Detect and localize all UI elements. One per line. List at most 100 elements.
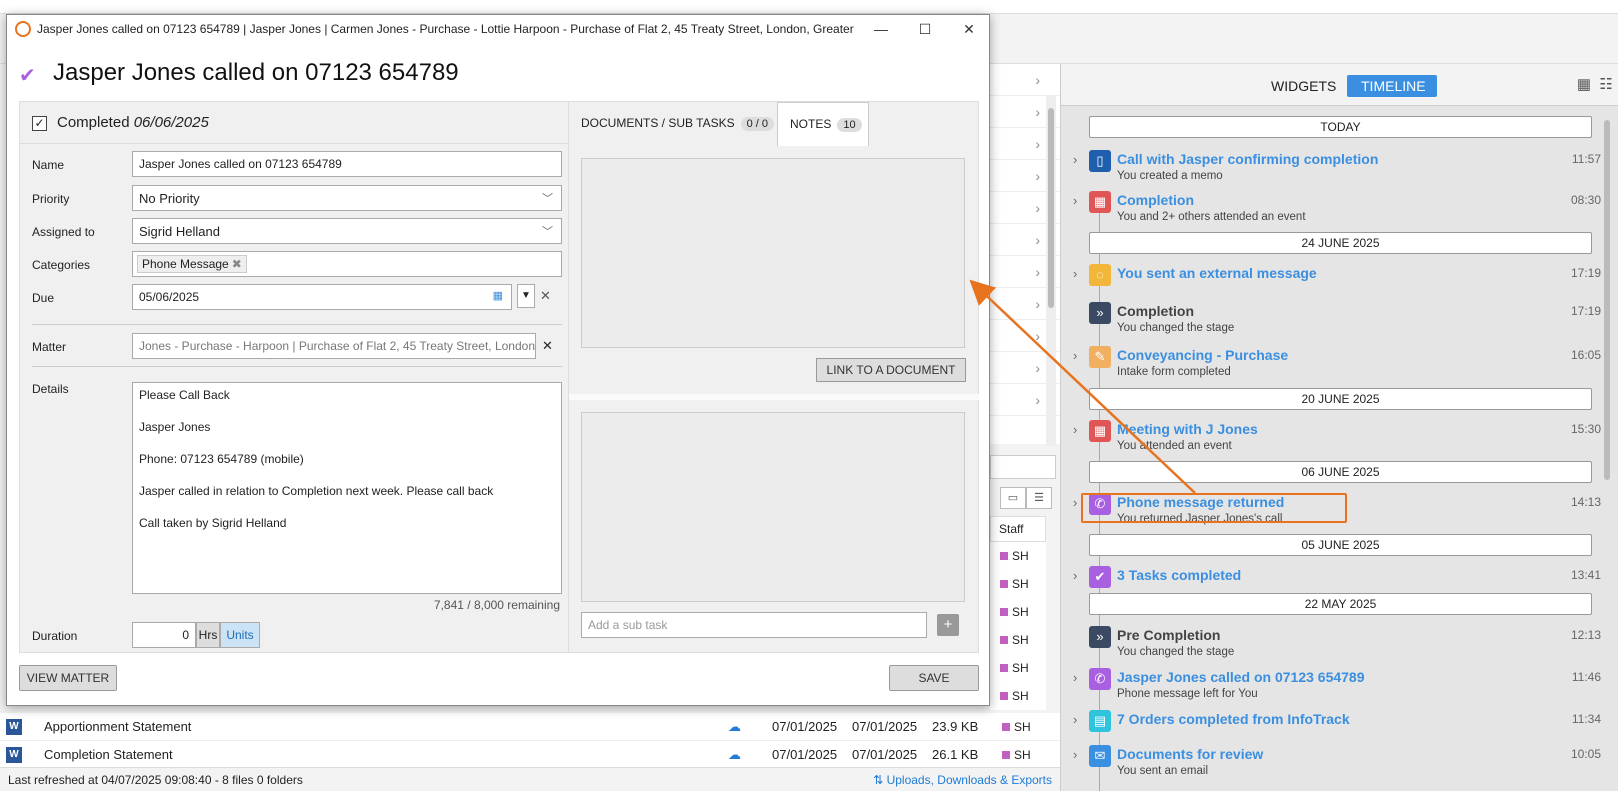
- expand-chevron-icon[interactable]: ›: [1073, 495, 1077, 510]
- link-document-button[interactable]: LINK TO A DOCUMENT: [816, 358, 966, 382]
- list-view-icon[interactable]: ☰: [1026, 487, 1052, 509]
- message-icon: ◌: [1089, 264, 1111, 286]
- calendar-icon: ▦: [1089, 420, 1111, 442]
- expand-chevron-icon[interactable]: ›: [1073, 193, 1077, 208]
- scrollbar-thumb[interactable]: [1048, 108, 1054, 308]
- expand-chevron-icon[interactable]: ›: [1073, 422, 1077, 437]
- status-text: Last refreshed at 04/07/2025 09:08:40 - …: [8, 773, 303, 787]
- background-search-input[interactable]: [990, 455, 1056, 479]
- due-dropdown-button[interactable]: ▼: [517, 284, 535, 308]
- expand-chevron-icon[interactable]: ›: [1073, 348, 1077, 363]
- name-input[interactable]: Jasper Jones called on 07123 654789: [132, 151, 562, 177]
- chevron-right-icon: ›: [1035, 392, 1040, 408]
- chevron-right-icon: ›: [1035, 328, 1040, 344]
- timeline-item[interactable]: » Pre Completion You changed the stage 1…: [1061, 624, 1601, 664]
- expand-chevron-icon[interactable]: ›: [1073, 670, 1077, 685]
- memo-icon: ▯: [1089, 150, 1111, 172]
- close-icon[interactable]: ✕: [959, 19, 979, 39]
- hrs-toggle[interactable]: Hrs: [196, 622, 220, 648]
- minimize-icon[interactable]: —: [871, 19, 891, 39]
- folder-icon[interactable]: ▭: [1000, 487, 1026, 509]
- app-logo-icon: [15, 21, 31, 37]
- save-button[interactable]: SAVE: [889, 665, 979, 691]
- remove-tag-icon[interactable]: ✖: [232, 257, 242, 271]
- timeline-item[interactable]: › ✆ Jasper Jones called on 07123 654789 …: [1061, 666, 1601, 706]
- timeline-item[interactable]: › ◌ You sent an external message 17:19: [1061, 262, 1601, 302]
- scrollbar-thumb[interactable]: [1604, 120, 1610, 480]
- timeline-item[interactable]: › ✎ Conveyancing - Purchase Intake form …: [1061, 344, 1601, 384]
- category-tag: Phone Message ✖: [137, 255, 247, 273]
- timeline-item[interactable]: › ▦ Completion You and 2+ others attende…: [1061, 189, 1601, 229]
- due-label: Due: [32, 291, 55, 305]
- add-subtask-button[interactable]: +: [937, 614, 959, 636]
- word-document-icon: W: [6, 746, 22, 763]
- expand-chevron-icon[interactable]: ›: [1073, 747, 1077, 762]
- staff-color-icon: [1000, 692, 1008, 700]
- completed-bar: ✓ Completed 06/06/2025: [20, 102, 568, 144]
- staff-color-icon: [1000, 580, 1008, 588]
- duration-label: Duration: [32, 629, 78, 643]
- timeline-item[interactable]: » Completion You changed the stage 17:19: [1061, 300, 1601, 340]
- subtask-list: [581, 412, 965, 602]
- units-toggle[interactable]: Units: [220, 622, 260, 648]
- maximize-icon[interactable]: ☐: [915, 19, 935, 39]
- clear-due-icon[interactable]: ✕: [540, 288, 551, 304]
- completed-checkbox[interactable]: ✓: [32, 116, 47, 131]
- dialog-titlebar: Jasper Jones called on 07123 654789 | Ja…: [7, 15, 989, 43]
- staff-column-header[interactable]: Staff: [990, 516, 1046, 542]
- documents-drop-area[interactable]: [581, 158, 965, 348]
- expand-chevron-icon[interactable]: ›: [1073, 266, 1077, 281]
- tab-notes[interactable]: NOTES 10: [777, 102, 869, 146]
- staff-cell: SH: [990, 542, 1046, 570]
- uploads-link[interactable]: ⇅ Uploads, Downloads & Exports: [873, 773, 1052, 787]
- calendar-icon[interactable]: ▦: [1575, 76, 1593, 94]
- timeline-scrollbar[interactable]: [1602, 112, 1612, 782]
- timeline-item[interactable]: › ▯ Call with Jasper confirming completi…: [1061, 148, 1601, 188]
- expand-chevron-icon[interactable]: ›: [1073, 152, 1077, 167]
- timeline-item[interactable]: › ✉ Documents for review You sent an ema…: [1061, 743, 1601, 783]
- matter-label: Matter: [32, 340, 67, 354]
- priority-select[interactable]: No Priority ﹀: [132, 185, 562, 211]
- timeline-date-header: 05 JUNE 2025: [1089, 534, 1592, 556]
- cloud-icon: ☁: [728, 746, 741, 762]
- expand-chevron-icon[interactable]: ›: [1073, 568, 1077, 583]
- table-row[interactable]: W Apportionment Statement ☁ 07/01/2025 0…: [0, 713, 1060, 741]
- assigned-label: Assigned to: [32, 225, 95, 239]
- tab-timeline[interactable]: TIMELINE: [1347, 75, 1437, 97]
- details-textarea[interactable]: Please Call Back Jasper Jones Phone: 071…: [132, 382, 562, 594]
- view-matter-button[interactable]: VIEW MATTER: [19, 665, 117, 691]
- table-row[interactable]: W Completion Statement ☁ 07/01/2025 07/0…: [0, 741, 1060, 769]
- timeline-item[interactable]: › ▦ Meeting with J Jones You attended an…: [1061, 418, 1601, 458]
- matter-input[interactable]: Jones - Purchase - Harpoon | Purchase of…: [132, 333, 536, 359]
- timeline-date-header: 06 JUNE 2025: [1089, 461, 1592, 483]
- list-scrollbar[interactable]: [1046, 96, 1056, 446]
- character-count: 7,841 / 8,000 remaining: [433, 598, 560, 612]
- tab-documents[interactable]: DOCUMENTS / SUB TASKS 0 / 0: [569, 102, 777, 146]
- timeline-item[interactable]: › ▤ 7 Orders completed from InfoTrack 11…: [1061, 708, 1601, 748]
- due-date-input[interactable]: 05/06/2025 ▦: [132, 284, 512, 310]
- chevron-right-icon: ›: [1035, 72, 1040, 88]
- staff-color-icon: [1000, 552, 1008, 560]
- assigned-select[interactable]: Sigrid Helland ﹀: [132, 218, 562, 244]
- subtask-input[interactable]: Add a sub task: [581, 612, 927, 638]
- order-icon: ▤: [1089, 710, 1111, 732]
- clear-matter-icon[interactable]: ✕: [542, 338, 553, 354]
- email-icon: ✉: [1089, 745, 1111, 767]
- calendar-picker-icon[interactable]: ▦: [493, 289, 503, 302]
- view-toggle-group: ▭ ☰: [1000, 487, 1056, 509]
- tab-widgets[interactable]: WIDGETS: [1257, 75, 1350, 97]
- documents-panel: DOCUMENTS / SUB TASKS 0 / 0 NOTES 10 LINK …: [569, 101, 979, 653]
- filter-icon[interactable]: ☷: [1597, 76, 1615, 94]
- word-document-icon: W: [6, 718, 22, 735]
- staff-cell: SH: [990, 654, 1046, 682]
- stage-icon: »: [1089, 626, 1111, 648]
- staff-cell: SH: [990, 570, 1046, 598]
- stage-icon: »: [1089, 302, 1111, 324]
- expand-chevron-icon[interactable]: ›: [1073, 712, 1077, 727]
- list-item[interactable]: ›: [990, 64, 1060, 96]
- duration-input[interactable]: 0: [132, 622, 196, 648]
- categories-input[interactable]: Phone Message ✖: [132, 251, 562, 277]
- chevron-right-icon: ›: [1035, 168, 1040, 184]
- chevron-down-icon: ﹀: [542, 193, 553, 205]
- staff-cell: SH: [990, 682, 1046, 710]
